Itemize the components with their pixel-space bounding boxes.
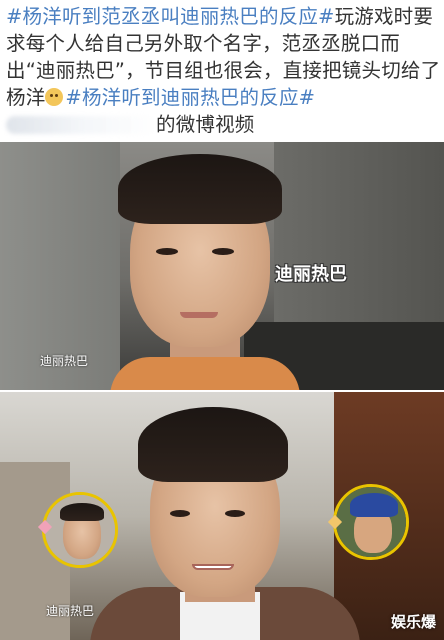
person-eye-left [156,248,178,255]
blurred-username [6,116,156,134]
avatar-hat [350,493,398,517]
emoji-face-icon [45,88,64,106]
person-mouth [180,312,218,318]
person-hair [138,407,288,482]
hashtag-link[interactable]: #杨洋听到范丞丞叫迪丽热巴的反应# [6,5,335,28]
video-frame-1[interactable]: 迪丽热巴 迪丽热巴 [0,142,444,390]
subtitle-caption: 迪丽热巴 [275,264,347,285]
corner-name-label: 迪丽热巴 [40,354,89,368]
watermark-text: 娱乐爆 [390,613,436,631]
weibo-post-text: #杨洋听到范丞丞叫迪丽热巴的反应#玩游戏时要求每个人给自己另外取个名字，范丞丞脱… [6,3,442,138]
person-shirt [110,357,300,390]
person-eye-right [212,248,234,255]
corner-name-label: 迪丽热巴 [46,604,95,618]
hashtag-link-2[interactable]: #杨洋听到迪丽热巴的反应# [65,86,315,109]
person-hair [118,154,282,224]
avatar-right [333,484,409,560]
avatar-left [42,492,118,568]
video-frame-2[interactable]: 迪丽热巴 娱乐爆 [0,392,444,640]
avatar-hair [60,503,104,521]
post-suffix-text: 的微博视频 [156,113,255,136]
person-eye-right [225,510,245,517]
person-smile [192,564,234,570]
person-eye-left [170,510,190,517]
